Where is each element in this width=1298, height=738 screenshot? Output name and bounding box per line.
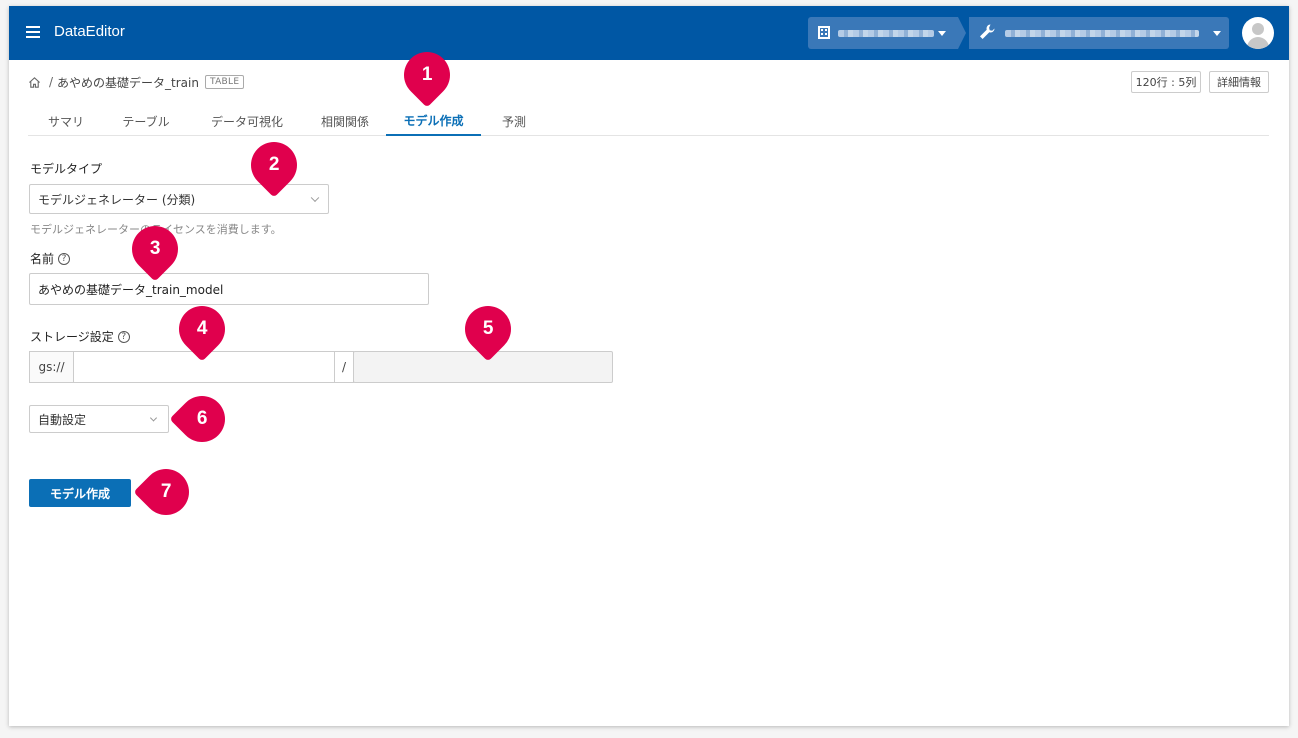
tab-table[interactable]: テーブル — [116, 106, 176, 136]
chevron-down-icon — [149, 414, 158, 422]
app-window: DataEditor / あやめの基礎データ_train TABLE 120行 … — [9, 6, 1289, 726]
tab-data-visualization[interactable]: データ可視化 — [202, 106, 292, 136]
annotation-marker: 6 — [169, 386, 235, 452]
hamburger-menu-icon[interactable] — [26, 26, 40, 38]
create-model-button[interactable]: モデル作成 — [29, 479, 131, 507]
caret-down-icon — [938, 31, 946, 36]
wrench-icon — [980, 24, 995, 39]
details-button[interactable]: 詳細情報 — [1209, 71, 1269, 93]
user-avatar[interactable] — [1242, 17, 1274, 49]
size-info-button[interactable]: 120行 : 5列 — [1131, 71, 1201, 93]
help-icon[interactable]: ? — [58, 252, 71, 265]
chevron-down-icon — [310, 193, 320, 203]
tab-prediction[interactable]: 予測 — [492, 106, 536, 136]
tab-bar: サマリ テーブル データ可視化 相関関係 モデル作成 予測 — [28, 106, 1269, 136]
model-name-input[interactable] — [29, 273, 429, 305]
tab-model-creation[interactable]: モデル作成 — [386, 106, 481, 136]
project-name-redacted — [1005, 30, 1199, 37]
annotation-marker: 7 — [133, 459, 199, 525]
help-icon[interactable]: ? — [117, 330, 130, 343]
building-icon — [818, 26, 830, 39]
name-label: 名前 ? — [30, 250, 71, 267]
caret-down-icon — [1213, 31, 1221, 36]
storage-label: ストレージ設定 ? — [30, 328, 130, 345]
setting-mode-value: 自動設定 — [38, 412, 87, 427]
home-icon[interactable] — [28, 76, 41, 89]
project-selector[interactable] — [969, 17, 1229, 49]
model-type-value: モデルジェネレーター (分類) — [38, 192, 196, 207]
storage-prefix: gs:// — [29, 351, 74, 383]
tab-summary[interactable]: サマリ — [38, 106, 94, 136]
table-type-badge: TABLE — [204, 75, 245, 89]
setting-mode-select[interactable]: 自動設定 — [29, 405, 169, 433]
tab-correlation[interactable]: 相関関係 — [310, 106, 380, 136]
storage-separator: / — [334, 351, 354, 383]
organization-selector[interactable] — [808, 17, 966, 49]
model-type-select[interactable]: モデルジェネレーター (分類) — [29, 184, 329, 214]
app-title: DataEditor — [54, 23, 125, 40]
breadcrumb: / あやめの基礎データ_train TABLE — [28, 73, 245, 91]
model-type-label: モデルタイプ — [30, 162, 103, 176]
organization-name-redacted — [838, 30, 934, 37]
app-bar: DataEditor — [9, 6, 1289, 60]
breadcrumb-dataset-name: あやめの基礎データ_train — [57, 75, 199, 90]
